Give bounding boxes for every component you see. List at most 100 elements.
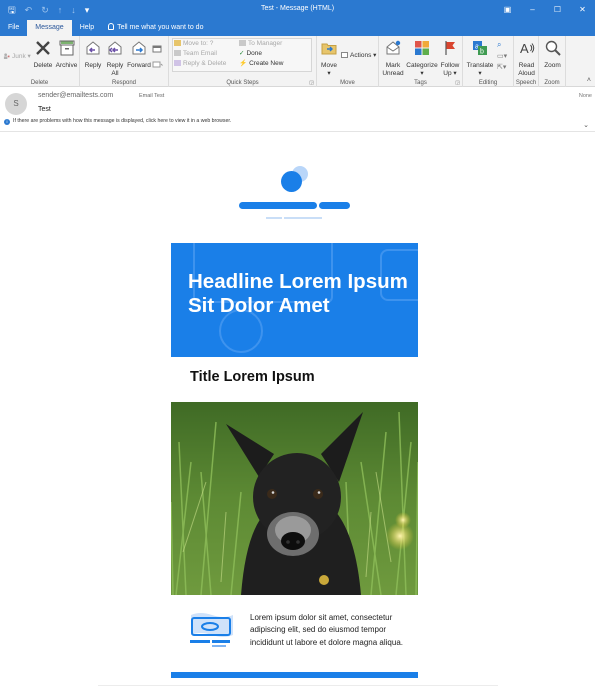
maximize-button[interactable]: ☐ bbox=[545, 0, 570, 20]
tab-help[interactable]: Help bbox=[72, 20, 102, 36]
folder-icon bbox=[174, 40, 181, 46]
tell-me-search[interactable]: Tell me what you want to do bbox=[102, 20, 203, 36]
junk-button[interactable]: Junk ▾ bbox=[3, 52, 31, 62]
content-title: Title Lorem Ipsum bbox=[190, 369, 315, 385]
read-aloud-icon: A bbox=[520, 41, 534, 56]
move-label: Move bbox=[321, 62, 337, 69]
tab-file[interactable]: File bbox=[0, 20, 27, 36]
categorize-icon bbox=[415, 41, 429, 55]
follow-up-button[interactable]: Follow Up ▾ bbox=[439, 39, 461, 78]
reply-button[interactable]: Reply bbox=[82, 39, 104, 70]
quickstep-create-new[interactable]: ⚡ Create New bbox=[239, 59, 283, 69]
minimize-button[interactable]: – bbox=[520, 0, 545, 20]
reply-all-icon bbox=[108, 41, 122, 55]
categorize-button[interactable]: Categorize ▾ bbox=[405, 39, 439, 78]
dog-photo bbox=[171, 402, 418, 595]
move-folder-icon bbox=[321, 43, 337, 55]
archive-button[interactable]: Archive bbox=[55, 39, 78, 70]
zoom-group: Zoom Zoom bbox=[539, 36, 566, 87]
find-icon[interactable]: ⌕ bbox=[497, 40, 501, 50]
hero-banner: Headline Lorem Ipsum Sit Dolor Amet bbox=[171, 243, 418, 357]
dog-photo-illustration bbox=[171, 402, 418, 595]
team-email-icon bbox=[174, 50, 181, 56]
create-new-icon: ⚡ bbox=[239, 60, 248, 67]
quickstep-move-to[interactable]: Move to: ? bbox=[174, 39, 213, 49]
window-controls: ▣ – ☐ ✕ bbox=[495, 0, 595, 20]
quickstep-to-manager[interactable]: To Manager bbox=[239, 39, 282, 49]
collapse-ribbon-icon[interactable]: ˄ bbox=[587, 77, 591, 84]
meeting-reply-icon[interactable] bbox=[152, 45, 163, 54]
translate-button[interactable]: ab Translate ▾ bbox=[465, 39, 495, 78]
more-respond-icon[interactable] bbox=[152, 60, 163, 69]
editing-group: ab Translate ▾ ⌕ ▭▾ ⇱▾ Editing bbox=[463, 36, 514, 87]
logo-circle bbox=[281, 171, 302, 192]
reply-icon bbox=[86, 41, 100, 55]
svg-text:A: A bbox=[520, 41, 529, 56]
svg-text:b: b bbox=[480, 49, 484, 56]
reply-delete-icon bbox=[174, 60, 181, 66]
ribbon-display-options-button[interactable]: ▣ bbox=[495, 0, 520, 20]
quickstep-team-email[interactable]: Team Email bbox=[174, 49, 217, 59]
avatar[interactable]: S bbox=[5, 93, 27, 115]
quickstep-done[interactable]: ✓ Done bbox=[239, 49, 262, 59]
actions-icon bbox=[341, 52, 348, 58]
quick-steps-group: Move to: ? Team Email Reply & Delete To … bbox=[169, 36, 317, 87]
tab-message[interactable]: Message bbox=[27, 20, 72, 36]
footer-divider bbox=[98, 685, 498, 686]
tags-group: Mark Unread Categorize ▾ Follow Up ▾ ◲ T… bbox=[379, 36, 463, 87]
zoom-button[interactable]: Zoom bbox=[541, 39, 564, 70]
move-button[interactable]: Move ▾ bbox=[318, 39, 340, 78]
zoom-group-label: Zoom bbox=[544, 80, 560, 86]
logo-underline-long bbox=[284, 217, 322, 219]
categorize-label: Categorize bbox=[406, 62, 438, 69]
ribbon: Junk ▾ Delete Archive Delete Reply Reply… bbox=[0, 36, 595, 87]
junk-icon bbox=[3, 53, 10, 59]
flag-icon bbox=[445, 41, 455, 55]
speech-group: A Read Aloud Speech bbox=[514, 36, 539, 87]
mark-unread-label-line2: Unread bbox=[382, 70, 404, 77]
categorize-chevron-icon: ▾ bbox=[420, 70, 424, 77]
reply-all-label-line1: Reply bbox=[106, 62, 124, 69]
recipient-name[interactable]: Email Test bbox=[139, 93, 164, 99]
sender-address[interactable]: sender@emailtests.com bbox=[38, 92, 113, 99]
logo-bar-long bbox=[239, 202, 317, 209]
move-chevron-icon: ▾ bbox=[327, 70, 331, 77]
speech-group-label: Speech bbox=[515, 80, 537, 86]
checkmark-icon: ✓ bbox=[239, 50, 245, 57]
quickstep-reply-delete[interactable]: Reply & Delete bbox=[174, 59, 226, 69]
related-icon[interactable]: ▭▾ bbox=[497, 52, 507, 60]
info-bar[interactable]: i If there are problems with how this mes… bbox=[4, 118, 231, 125]
feature-text: Lorem ipsum dolor sit amet, consectetur … bbox=[250, 613, 403, 647]
mark-unread-label-line1: Mark bbox=[385, 62, 401, 69]
follow-up-label-line1: Follow bbox=[440, 62, 460, 69]
mark-unread-button[interactable]: Mark Unread bbox=[381, 39, 405, 78]
translate-label: Translate bbox=[466, 62, 494, 69]
move-group: Move ▾ Actions ▾ Move bbox=[317, 36, 379, 87]
delete-icon bbox=[36, 41, 50, 55]
move-group-label: Move bbox=[340, 80, 355, 86]
info-bar-text: If there are problems with how this mess… bbox=[13, 118, 232, 124]
delete-button[interactable]: Delete bbox=[32, 39, 54, 70]
reply-label: Reply bbox=[84, 62, 102, 69]
close-button[interactable]: ✕ bbox=[570, 0, 595, 20]
read-aloud-button[interactable]: A Read Aloud bbox=[515, 39, 538, 78]
expand-header-chevron-icon[interactable]: ⌄ bbox=[583, 121, 589, 129]
lightbulb-icon bbox=[108, 23, 115, 30]
forward-label: Forward bbox=[127, 62, 151, 69]
mark-unread-icon bbox=[386, 40, 401, 55]
importance-label: None bbox=[578, 93, 592, 99]
actions-button[interactable]: Actions ▾ bbox=[341, 51, 376, 61]
editing-group-label: Editing bbox=[478, 80, 498, 86]
tags-group-label: Tags bbox=[414, 80, 427, 86]
ribbon-tabs: File Message Help Tell me what you want … bbox=[0, 20, 595, 36]
feature-card-icon bbox=[190, 613, 233, 647]
reply-all-button[interactable]: Reply All bbox=[104, 39, 126, 78]
logo-underline-short bbox=[266, 217, 282, 219]
forward-button[interactable]: Forward bbox=[126, 39, 152, 70]
hero-headline: Headline Lorem Ipsum Sit Dolor Amet bbox=[188, 270, 408, 317]
archive-label: Archive bbox=[55, 62, 78, 69]
select-icon[interactable]: ⇱▾ bbox=[497, 63, 506, 71]
translate-icon: ab bbox=[473, 41, 487, 56]
archive-icon bbox=[59, 40, 74, 56]
translate-chevron-icon: ▾ bbox=[478, 70, 482, 77]
